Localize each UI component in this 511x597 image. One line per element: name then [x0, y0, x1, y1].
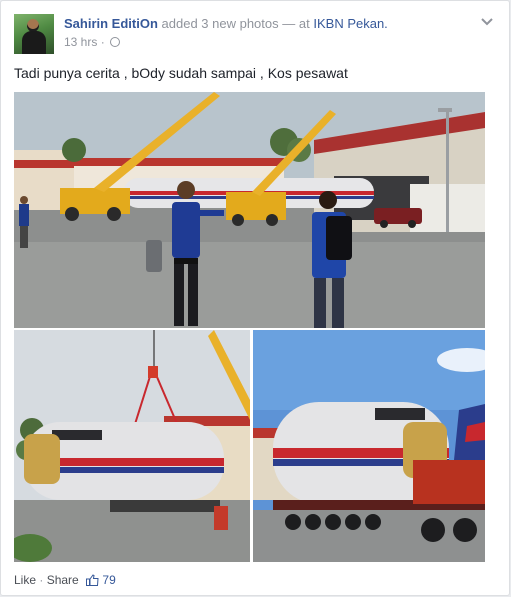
photo-cranes-hangar[interactable]: [14, 92, 485, 328]
post-message: Tadi punya cerita , bOdy sudah sampai , …: [14, 65, 348, 81]
share-button[interactable]: Share: [47, 573, 79, 587]
post-separator-text: — at: [282, 16, 310, 31]
like-button[interactable]: Like: [14, 573, 36, 587]
post-actions: Like · Share 79: [14, 573, 116, 587]
photo-cranes-hangar-image: [14, 92, 485, 328]
post-card: Sahirin EditiOn added 3 new photos — at …: [0, 0, 510, 596]
chevron-down-icon[interactable]: [480, 17, 494, 27]
photo-fuselage-on-trailer[interactable]: [253, 330, 485, 562]
photo-fuselage-lifted-image: [14, 330, 250, 562]
post-action-text: added 3 new photos: [161, 16, 279, 31]
photo-fuselage-lifted[interactable]: [14, 330, 250, 562]
post-meta-line: 13 hrs ·: [64, 35, 121, 49]
globe-icon[interactable]: [110, 37, 121, 47]
author-name-link[interactable]: Sahirin EditiOn: [64, 16, 158, 31]
location-link[interactable]: IKBN Pekan.: [313, 16, 387, 31]
post-header: Sahirin EditiOn added 3 new photos — at …: [14, 14, 497, 56]
avatar-body: [22, 31, 46, 54]
post-title-line: Sahirin EditiOn added 3 new photos — at …: [64, 16, 388, 31]
photo-fuselage-on-trailer-image: [253, 330, 485, 562]
footer-dot: ·: [39, 573, 44, 587]
timestamp-link[interactable]: 13 hrs: [64, 35, 97, 49]
thumbs-up-icon[interactable]: [86, 574, 99, 586]
avatar[interactable]: [14, 14, 54, 54]
like-count[interactable]: 79: [102, 573, 115, 587]
meta-dot: ·: [100, 35, 105, 49]
